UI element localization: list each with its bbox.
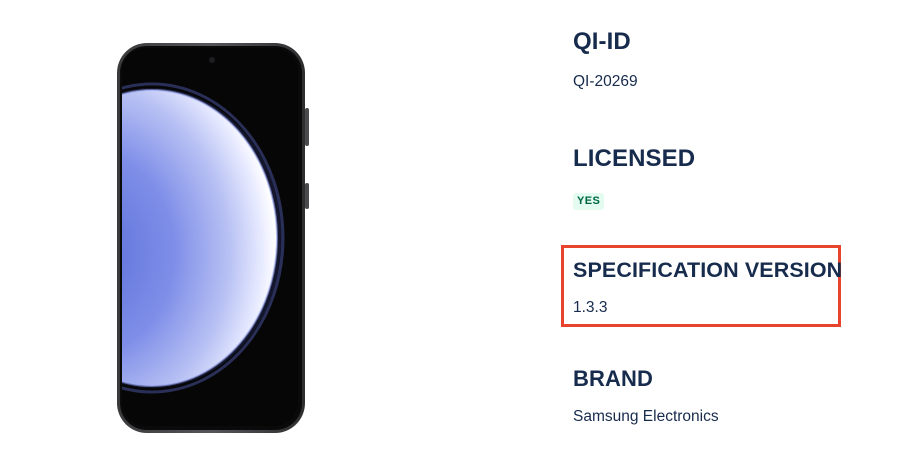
smartphone-icon	[117, 43, 309, 433]
brand-field: BRAND Samsung Electronics	[573, 365, 719, 427]
qi-id-field: QI-ID QI-20269	[573, 28, 638, 92]
specification-version-title: SPECIFICATION VERSION	[573, 258, 843, 282]
product-image	[112, 38, 312, 438]
licensed-status-badge: YES	[573, 193, 605, 210]
product-details-page: QI-ID QI-20269 LICENSED YES SPECIFICATIO…	[0, 0, 922, 466]
qi-id-value: QI-20269	[573, 73, 638, 90]
specification-version-field: SPECIFICATION VERSION 1.3.3	[573, 256, 842, 318]
specification-version-value: 1.3.3	[573, 299, 608, 316]
qi-id-title: QI-ID	[573, 28, 631, 55]
licensed-title: LICENSED	[573, 145, 696, 172]
licensed-field: LICENSED YES	[573, 145, 695, 210]
brand-value: Samsung Electronics	[573, 408, 719, 425]
brand-title: BRAND	[573, 366, 653, 391]
